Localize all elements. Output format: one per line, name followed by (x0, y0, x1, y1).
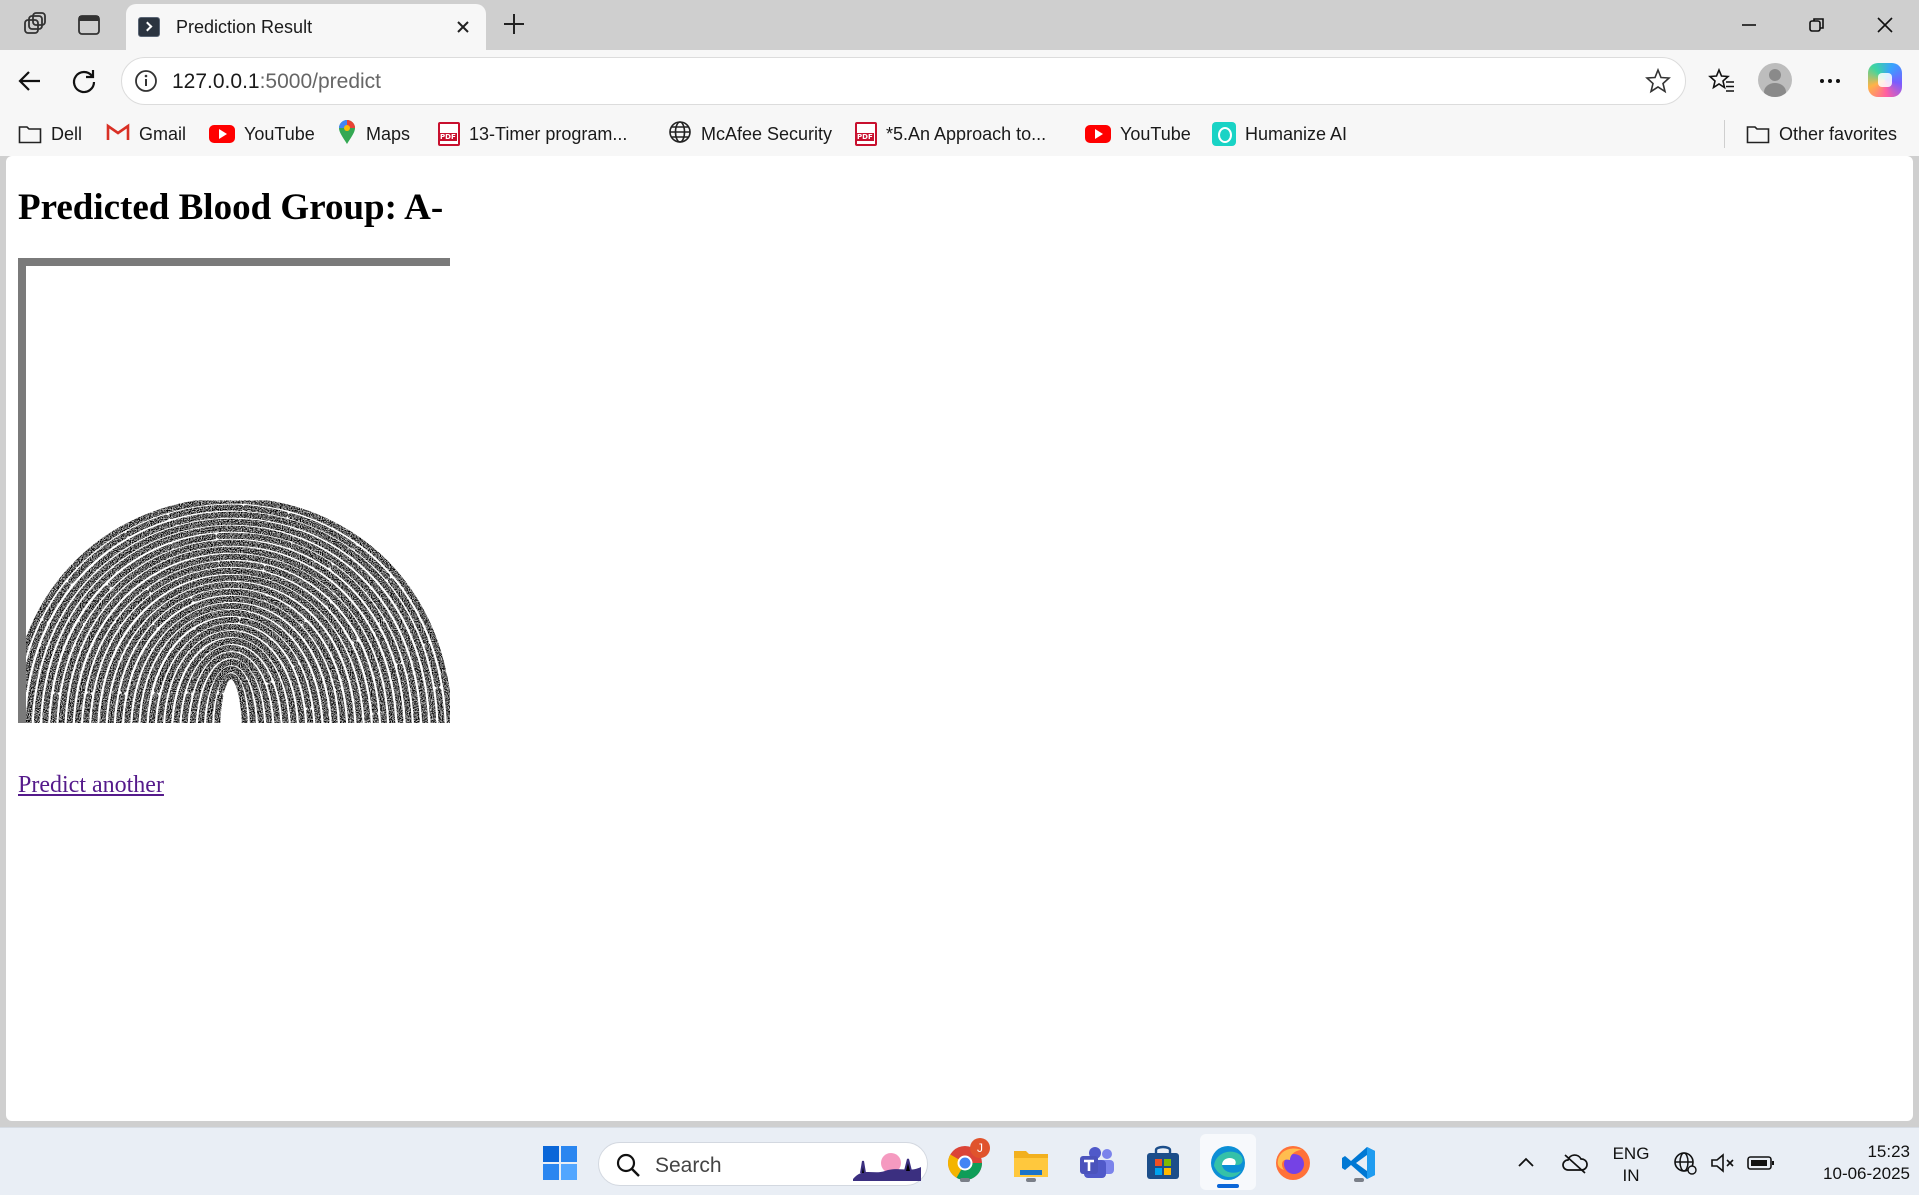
bookmark-label: Other favorites (1779, 123, 1898, 144)
workspaces-icon[interactable] (20, 10, 50, 40)
terminal-icon (138, 17, 160, 37)
bookmarks-divider (1724, 120, 1725, 148)
search-icon (615, 1152, 641, 1183)
start-button[interactable] (539, 1142, 581, 1184)
active-indicator (1217, 1184, 1239, 1188)
bookmark-timer-program[interactable]: 13-Timer program... (438, 120, 627, 148)
vscode-app[interactable] (1338, 1142, 1380, 1184)
profile-avatar[interactable] (1758, 63, 1792, 97)
fingerprint-icon (26, 497, 450, 723)
microsoft-store-app[interactable] (1142, 1142, 1184, 1184)
maps-icon (337, 119, 357, 150)
chrome-profile-badge: J (970, 1138, 990, 1158)
bookmark-dell[interactable]: Dell (18, 120, 82, 148)
bookmark-label: Gmail (139, 123, 187, 144)
bookmark-youtube-2[interactable]: YouTube (1085, 120, 1191, 148)
teams-app[interactable] (1076, 1142, 1118, 1184)
bookmark-humanize-ai[interactable]: Humanize AI (1212, 120, 1347, 148)
firefox-app[interactable] (1272, 1142, 1314, 1184)
youtube-icon (209, 125, 235, 143)
tab-prediction-result[interactable]: Prediction Result (126, 4, 486, 50)
search-placeholder: Search (655, 1154, 722, 1177)
other-favorites-folder[interactable]: Other favorites (1746, 120, 1897, 148)
back-button[interactable] (12, 63, 48, 99)
network-icon[interactable] (1668, 1142, 1702, 1184)
fingerprint-ridge (214, 673, 248, 723)
page-viewport: Predicted Blood Group: A- Predict anothe… (6, 156, 1913, 1121)
favorite-star-icon[interactable] (1645, 67, 1671, 94)
bookmark-label: McAfee Security (701, 123, 833, 144)
humanize-icon (1212, 122, 1236, 146)
youtube-icon (1085, 125, 1111, 143)
battery-icon[interactable] (1744, 1142, 1778, 1184)
taskbar-search[interactable]: Search (598, 1142, 928, 1186)
bookmark-approach-pdf[interactable]: *5.An Approach to... (855, 120, 1046, 148)
search-highlight-icon (851, 1149, 923, 1186)
bookmark-label: *5.An Approach to... (886, 123, 1047, 144)
running-indicator (1354, 1178, 1364, 1182)
bookmarks-bar: Dell Gmail YouTube Maps 13-Timer program… (0, 112, 1919, 156)
close-tab-icon[interactable] (450, 14, 476, 40)
restore-button[interactable] (1794, 8, 1840, 42)
address-bar[interactable]: 127.0.0.1:5000/predict (121, 57, 1686, 105)
file-explorer-app[interactable] (1010, 1142, 1052, 1184)
chrome-app[interactable]: J (944, 1138, 990, 1184)
minimize-button[interactable] (1726, 8, 1772, 42)
bookmark-label: Maps (366, 123, 411, 144)
new-tab-button[interactable] (498, 8, 530, 40)
tab-title: Prediction Result (176, 17, 313, 37)
bookmark-label: YouTube (1120, 123, 1191, 144)
volume-muted-icon[interactable] (1706, 1142, 1740, 1184)
copilot-icon[interactable] (1868, 63, 1902, 97)
clock-date: 10-06-2025 (1823, 1164, 1910, 1183)
language-code: ENG (1612, 1144, 1650, 1163)
bookmark-mcafee[interactable]: McAfee Security (668, 120, 832, 148)
more-options-button[interactable] (1812, 63, 1848, 99)
url-text[interactable]: 127.0.0.1:5000/predict (172, 70, 381, 94)
fingerprint-image (18, 258, 450, 723)
language-indicator[interactable]: ENG IN (1606, 1143, 1656, 1187)
clock-time: 15:23 (1867, 1142, 1910, 1161)
taskbar: Search J ENG IN 15:23 10-06-2025 (0, 1127, 1919, 1195)
onedrive-icon[interactable] (1554, 1142, 1596, 1184)
tab-strip: Prediction Result (0, 0, 1919, 50)
gmail-icon (106, 123, 130, 146)
folder-icon (18, 124, 42, 144)
globe-icon (668, 120, 692, 149)
folder-icon (1746, 124, 1770, 144)
close-window-button[interactable] (1862, 8, 1908, 42)
pdf-icon (855, 122, 877, 146)
bookmark-label: 13-Timer program... (469, 123, 628, 144)
bookmark-gmail[interactable]: Gmail (106, 120, 186, 148)
bookmark-youtube[interactable]: YouTube (209, 120, 315, 148)
show-hidden-icons-button[interactable] (1506, 1142, 1546, 1184)
region-code: IN (1622, 1166, 1640, 1185)
running-indicator (1026, 1178, 1036, 1182)
bookmark-maps[interactable]: Maps (337, 119, 411, 150)
favorites-button[interactable] (1704, 63, 1740, 99)
refresh-button[interactable] (66, 63, 102, 99)
page-title: Predicted Blood Group: A- (18, 187, 444, 228)
bookmark-label: Dell (51, 123, 83, 144)
vertical-tabs-icon[interactable] (74, 10, 104, 40)
clock[interactable]: 15:23 10-06-2025 (1790, 1141, 1910, 1185)
predict-another-link[interactable]: Predict another (18, 772, 164, 799)
edge-app[interactable] (1207, 1142, 1249, 1188)
running-indicator (960, 1178, 970, 1182)
navigation-bar: 127.0.0.1:5000/predict (0, 50, 1919, 112)
site-info-icon[interactable] (134, 69, 158, 93)
bookmark-label: YouTube (244, 123, 315, 144)
pdf-icon (438, 122, 460, 146)
bookmark-label: Humanize AI (1245, 123, 1348, 144)
